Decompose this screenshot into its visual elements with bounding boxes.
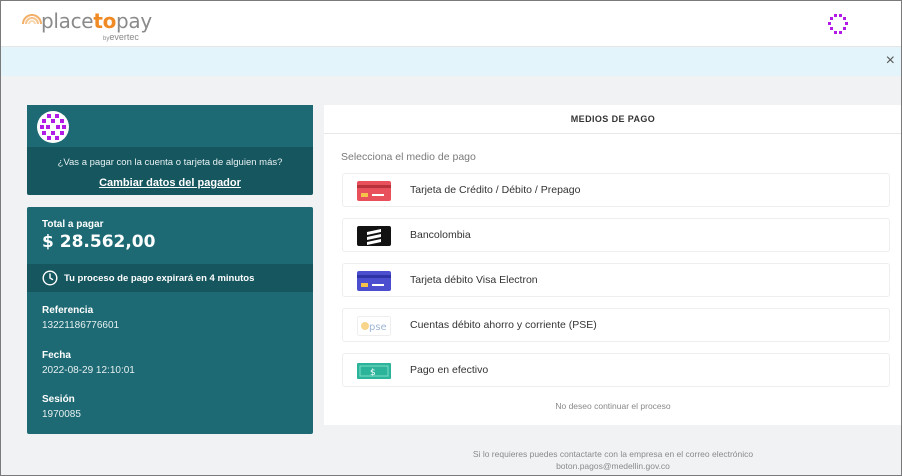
session-label: Sesión	[42, 394, 75, 405]
change-payer-link[interactable]: Cambiar datos del pagador	[27, 177, 313, 189]
method-bancolombia[interactable]: Bancolombia	[342, 218, 890, 252]
pse-icon: pse	[357, 316, 391, 336]
info-alert-bar: ×	[1, 47, 901, 76]
session-value: 1970085	[42, 409, 81, 420]
logo-text-to: to	[93, 9, 117, 33]
contact-footer: Si lo requieres puedes contactarte con l…	[324, 448, 902, 472]
bancolombia-icon	[357, 226, 391, 246]
method-label: Cuentas débito ahorro y corriente (PSE)	[410, 319, 597, 331]
method-label: Tarjeta débito Visa Electron	[410, 274, 538, 286]
payer-card: ¿Vas a pagar con la cuenta o tarjeta de …	[27, 105, 313, 195]
total-label: Total a pagar	[42, 219, 104, 230]
cash-icon: $	[357, 363, 391, 379]
methods-title: MEDIOS DE PAGO	[324, 105, 902, 134]
placetopay-logo[interactable]: placetopay byevertec	[21, 9, 171, 43]
close-icon[interactable]: ×	[886, 52, 895, 70]
logo-subtitle: byevertec	[103, 32, 139, 42]
clock-icon	[42, 270, 58, 286]
pse-icon-text: pse	[369, 322, 387, 333]
top-header: placetopay byevertec	[1, 1, 901, 47]
total-amount: $ 28.562,00	[42, 232, 156, 252]
method-label: Bancolombia	[410, 229, 471, 241]
logo-wordmark: placetopay	[41, 9, 152, 33]
footer-line-1: Si lo requieres puedes contactarte con l…	[472, 449, 754, 459]
logo-text-place: place	[41, 9, 94, 33]
merchant-avatar-icon	[37, 111, 69, 143]
visa-electron-card-icon	[357, 271, 391, 291]
footer-email[interactable]: boton.pagos@medellin.gov.co	[324, 460, 902, 472]
method-visa-electron[interactable]: Tarjeta débito Visa Electron	[342, 263, 890, 297]
method-pse[interactable]: pse Cuentas débito ahorro y corriente (P…	[342, 308, 890, 342]
method-credit-card[interactable]: Tarjeta de Crédito / Débito / Prepago	[342, 173, 890, 207]
date-value: 2022-08-29 12:10:01	[42, 365, 135, 376]
logo-text-pay: pay	[116, 9, 152, 33]
reference-label: Referencia	[42, 305, 94, 316]
methods-subtitle: Selecciona el medio de pago	[341, 151, 476, 163]
date-label: Fecha	[42, 350, 71, 361]
payment-methods-card: MEDIOS DE PAGO Selecciona el medio de pa…	[324, 105, 902, 425]
method-label: Tarjeta de Crédito / Débito / Prepago	[410, 184, 581, 196]
payment-summary-card: Total a pagar $ 28.562,00 Tu proceso de …	[27, 207, 313, 434]
method-label: Pago en efectivo	[410, 364, 489, 376]
reference-value: 13221186776601	[42, 320, 120, 331]
expiration-timer-bar: Tu proceso de pago expirará en 4 minutos	[27, 264, 313, 292]
credit-card-icon	[357, 181, 391, 201]
method-cash[interactable]: $ Pago en efectivo	[342, 353, 890, 387]
timer-text: Tu proceso de pago expirará en 4 minutos	[64, 273, 255, 284]
logo-company: evertec	[109, 32, 139, 42]
merchant-badge-icon	[828, 14, 848, 34]
payer-question-text: ¿Vas a pagar con la cuenta o tarjeta de …	[57, 157, 283, 168]
cash-icon-text: $	[370, 368, 376, 378]
cancel-process-link[interactable]: No deseo continuar el proceso	[324, 401, 902, 411]
avatar-area	[27, 105, 313, 147]
sun-logo-icon	[22, 14, 42, 25]
